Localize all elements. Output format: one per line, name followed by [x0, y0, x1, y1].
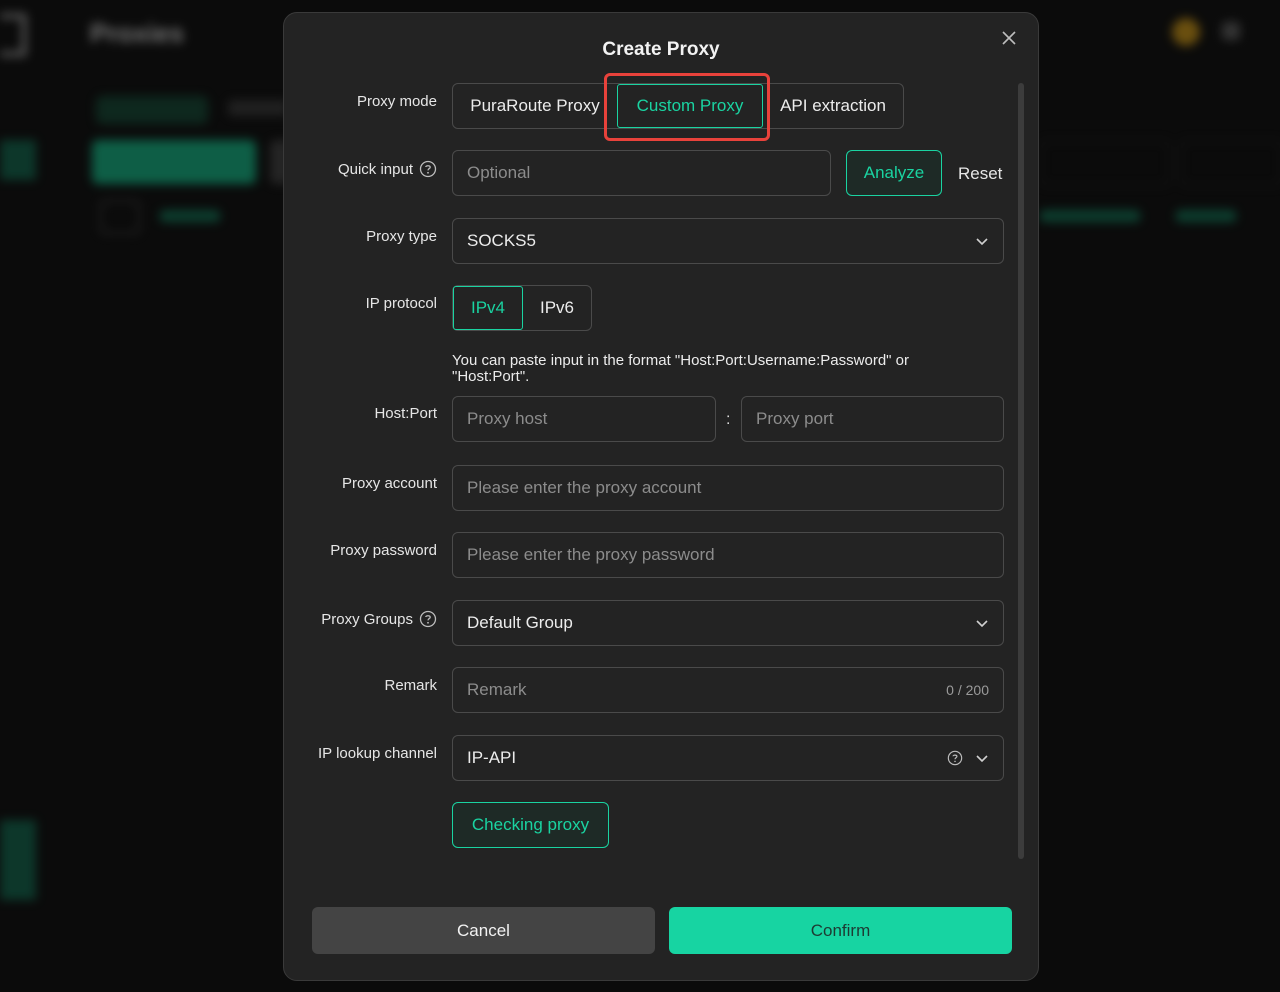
host-port-label: Host:Port — [374, 405, 437, 422]
proxy-account-input[interactable]: Please enter the proxy account — [452, 465, 1004, 511]
proxy-mode-custom[interactable]: Custom Proxy — [617, 84, 763, 128]
format-hint: You can paste input in the format "Host:… — [452, 352, 909, 385]
bg-sidebar-active — [0, 140, 36, 180]
proxy-mode-selector: PuraRoute Proxy Custom Proxy API extract… — [452, 83, 904, 129]
remark-label: Remark — [384, 677, 437, 694]
bg-column-header — [160, 210, 220, 222]
close-icon[interactable] — [1000, 29, 1018, 47]
bg-page-title: Proxies — [90, 18, 184, 48]
proxy-mode-puraroute[interactable]: PuraRoute Proxy — [453, 84, 617, 128]
bg-sidebar-promo — [0, 820, 36, 900]
help-icon[interactable] — [419, 610, 437, 628]
ip-protocol-selector: IPv4 IPv6 — [452, 285, 592, 331]
modal-title: Create Proxy — [602, 39, 720, 60]
ip-protocol-ipv6[interactable]: IPv6 — [523, 286, 591, 330]
bg-column-header — [1176, 210, 1236, 222]
remark-counter: 0 / 200 — [946, 682, 989, 698]
proxy-groups-select[interactable]: Default Group — [452, 600, 1004, 646]
quick-input-label: Quick input — [338, 160, 437, 178]
proxy-mode-label: Proxy mode — [356, 93, 437, 110]
proxy-password-input[interactable]: Please enter the proxy password — [452, 532, 1004, 578]
proxy-type-select[interactable]: SOCKS5 — [452, 218, 1004, 264]
proxy-groups-label: Proxy Groups — [321, 610, 437, 628]
chevron-down-icon — [976, 238, 988, 246]
analyze-button[interactable]: Analyze — [846, 150, 942, 196]
chevron-down-icon — [976, 755, 988, 763]
remark-input[interactable]: Remark 0 / 200 — [452, 667, 1004, 713]
bg-tab-active — [96, 96, 208, 124]
app-logo-icon — [0, 14, 26, 56]
host-port-separator: : — [726, 411, 731, 428]
checking-proxy-button[interactable]: Checking proxy — [452, 802, 609, 848]
proxy-password-label: Proxy password — [330, 542, 437, 559]
translate-icon — [1222, 22, 1240, 40]
proxy-port-input[interactable]: Proxy port — [741, 396, 1004, 442]
help-icon[interactable] — [947, 750, 963, 766]
create-proxy-modal: Create Proxy Proxy mode PuraRoute Proxy … — [283, 12, 1039, 981]
proxy-host-input[interactable]: Proxy host — [452, 396, 716, 442]
quick-input-field[interactable]: Optional — [452, 150, 831, 196]
help-icon[interactable] — [419, 160, 437, 178]
bg-search-input — [1040, 140, 1170, 186]
avatar — [1172, 18, 1200, 46]
cancel-button[interactable]: Cancel — [312, 907, 655, 954]
scrollbar[interactable] — [1018, 83, 1024, 859]
bg-select — [1180, 140, 1280, 186]
ip-protocol-label: IP protocol — [365, 295, 437, 312]
bg-column-header — [1040, 210, 1140, 222]
ip-lookup-select[interactable]: IP-API — [452, 735, 1004, 781]
proxy-account-label: Proxy account — [341, 475, 437, 492]
chevron-down-icon — [976, 620, 988, 628]
proxy-mode-api[interactable]: API extraction — [763, 84, 903, 128]
bg-tab — [228, 100, 288, 116]
bg-checkbox — [100, 200, 140, 234]
ip-lookup-label: IP lookup channel — [318, 745, 437, 762]
reset-button[interactable]: Reset — [958, 164, 1002, 184]
ip-protocol-ipv4[interactable]: IPv4 — [453, 286, 523, 330]
confirm-button[interactable]: Confirm — [669, 907, 1012, 954]
bg-create-button — [92, 140, 256, 184]
proxy-type-label: Proxy type — [366, 228, 437, 245]
